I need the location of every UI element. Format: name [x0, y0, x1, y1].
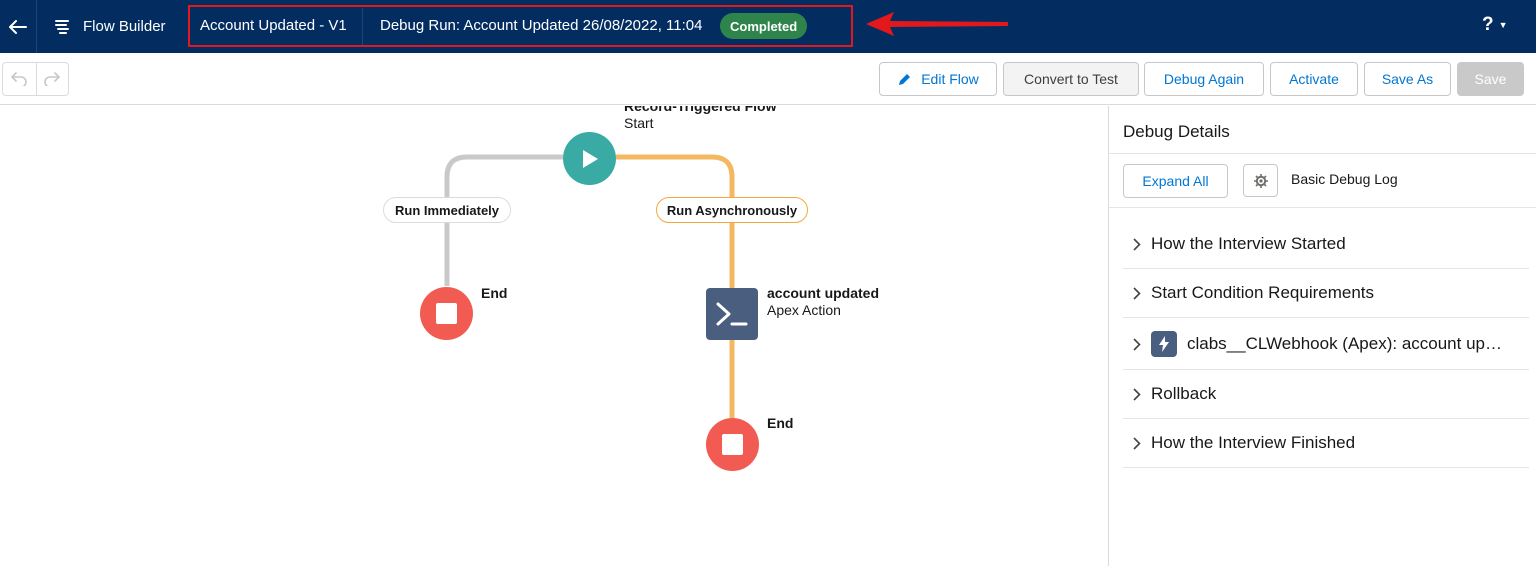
debug-again-button[interactable]: Debug Again	[1144, 62, 1264, 96]
section-apex-action[interactable]: clabs__CLWebhook (Apex): account updated	[1123, 319, 1529, 370]
back-button[interactable]	[0, 0, 37, 53]
section-label: Start Condition Requirements	[1151, 283, 1375, 302]
terminal-icon	[716, 302, 748, 326]
end-node-immediate[interactable]	[420, 287, 473, 340]
end-label: End	[481, 285, 508, 301]
back-arrow-icon	[9, 19, 27, 34]
chevron-down-icon: ▼	[1498, 20, 1508, 30]
save-button[interactable]: Save	[1457, 62, 1524, 96]
section-start-condition-requirements[interactable]: Start Condition Requirements	[1123, 269, 1529, 318]
section-label: How the Interview Finished	[1151, 433, 1356, 452]
section-label: clabs__CLWebhook (Apex): account updated	[1187, 334, 1507, 353]
gear-icon	[1253, 173, 1268, 188]
debug-details-panel: Debug Details Expand All Basic Debug Log…	[1108, 106, 1536, 566]
section-label: Rollback	[1151, 384, 1217, 403]
annotation-highlight-box	[188, 5, 853, 47]
end-node-immediate-label: End	[481, 285, 507, 302]
play-icon	[582, 149, 598, 168]
section-how-interview-finished[interactable]: How the Interview Finished	[1123, 419, 1529, 468]
app-header: Flow Builder Account Updated - V1 Debug …	[0, 0, 1536, 53]
help-menu[interactable]: ? ▼	[1482, 14, 1508, 36]
start-node-title: Record-Triggered Flow	[624, 106, 777, 114]
activate-button[interactable]: Activate	[1270, 62, 1358, 96]
run-asynchronously-label[interactable]: Run Asynchronously	[656, 197, 808, 223]
debug-again-label: Debug Again	[1163, 71, 1245, 87]
start-node-subtitle: Start	[624, 115, 654, 131]
debug-settings-button[interactable]	[1243, 164, 1278, 197]
end-node-async-label: End	[767, 415, 793, 432]
toolbar: Edit Flow Convert to Test Debug Again Ac…	[0, 53, 1536, 105]
redo-button[interactable]	[35, 63, 69, 95]
save-label: Save	[1474, 71, 1507, 87]
lightning-icon	[1151, 331, 1177, 357]
panel-divider	[1109, 153, 1536, 154]
end-label: End	[767, 415, 794, 431]
apex-node-label: account updated Apex Action	[767, 285, 879, 319]
chevron-right-icon	[1123, 387, 1151, 401]
chevron-right-icon	[1123, 237, 1151, 251]
flow-connectors	[444, 154, 735, 418]
run-immediately-label[interactable]: Run Immediately	[383, 197, 511, 223]
undo-icon	[11, 72, 27, 86]
panel-divider	[1109, 207, 1536, 208]
edit-flow-label: Edit Flow	[921, 71, 979, 87]
save-as-label: Save As	[1381, 71, 1434, 87]
activate-label: Activate	[1289, 71, 1339, 87]
section-how-interview-started[interactable]: How the Interview Started	[1123, 220, 1529, 269]
apex-node-title: account updated	[767, 285, 880, 301]
chevron-right-icon	[1123, 337, 1151, 351]
chevron-right-icon	[1123, 436, 1151, 450]
section-label: How the Interview Started	[1151, 234, 1346, 253]
undo-redo-group	[2, 62, 69, 96]
flow-canvas[interactable]: Record-Triggered Flow Start Run Immediat…	[0, 106, 1108, 566]
app-name: Flow Builder	[37, 0, 187, 53]
end-node-async[interactable]	[706, 418, 759, 471]
panel-title: Debug Details	[1123, 122, 1230, 141]
save-as-button[interactable]: Save As	[1364, 62, 1451, 96]
start-node[interactable]	[563, 132, 616, 185]
apex-node-subtitle: Apex Action	[767, 302, 841, 318]
apex-action-node[interactable]	[706, 288, 758, 340]
undo-button[interactable]	[3, 63, 36, 95]
convert-to-test-label: Convert to Test	[1024, 71, 1118, 87]
edit-flow-button[interactable]: Edit Flow	[879, 62, 997, 96]
expand-all-button[interactable]: Expand All	[1123, 164, 1228, 198]
pencil-icon	[897, 72, 912, 87]
start-node-label: Record-Triggered Flow Start	[624, 106, 776, 132]
section-rollback[interactable]: Rollback	[1123, 370, 1529, 419]
convert-to-test-button[interactable]: Convert to Test	[1003, 62, 1139, 96]
help-icon: ?	[1482, 14, 1494, 35]
stop-icon	[722, 434, 743, 455]
flow-builder-icon	[55, 19, 69, 34]
stop-icon	[436, 303, 457, 324]
debug-log-level: Basic Debug Log	[1291, 171, 1398, 187]
redo-icon	[44, 72, 61, 86]
app-label: Flow Builder	[83, 18, 166, 35]
annotation-arrow-icon	[866, 12, 1008, 36]
chevron-right-icon	[1123, 286, 1151, 300]
